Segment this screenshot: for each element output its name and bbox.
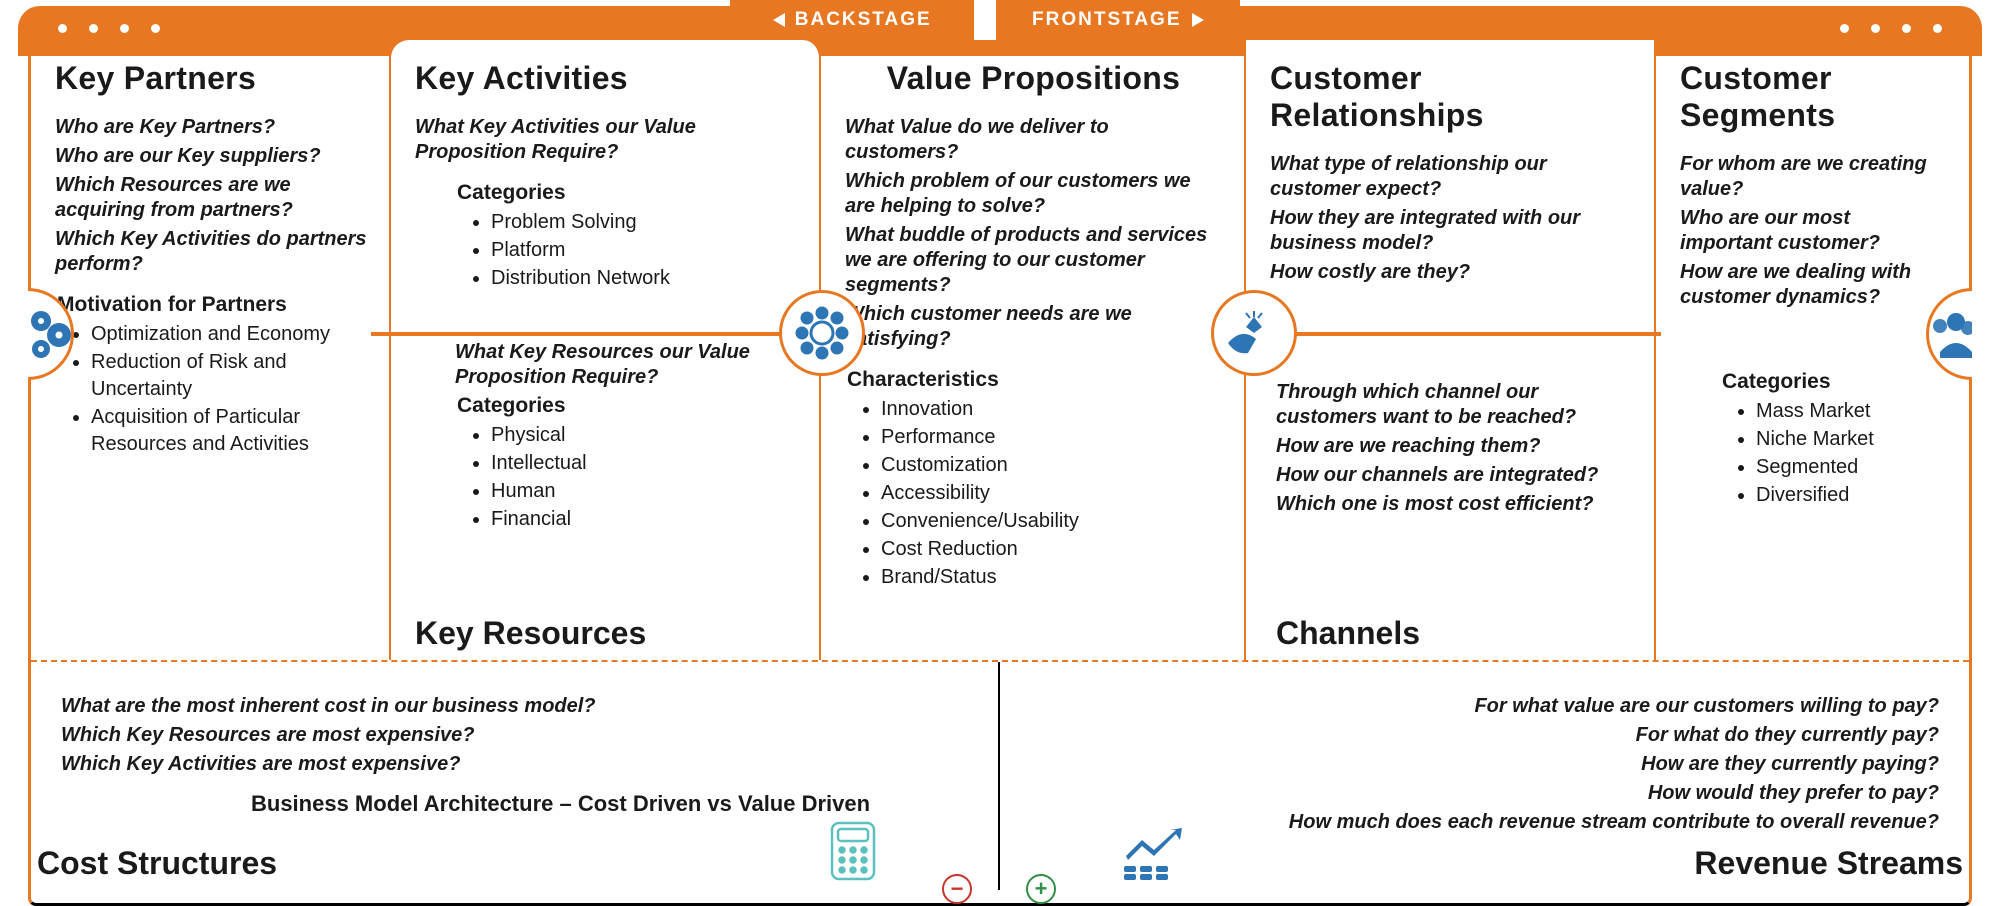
- characteristics-list: Innovation Performance Customization Acc…: [855, 396, 1222, 591]
- list-item: Cost Reduction: [881, 536, 1222, 563]
- list-item: Innovation: [881, 396, 1222, 423]
- plus-badge-icon: +: [1026, 874, 1056, 904]
- segments-categories-subtitle: Categories: [1722, 370, 1947, 394]
- q: What type of relationship our customer e…: [1270, 152, 1632, 202]
- frontstage-label: FRONTSTAGE: [1032, 9, 1181, 31]
- stage-tabs: BACKSTAGE FRONTSTAGE: [730, 0, 1240, 40]
- motivation-list: Optimization and Economy Reduction of Ri…: [65, 321, 367, 458]
- list-item: Segmented: [1756, 454, 1947, 481]
- list-item: Reduction of Risk and Uncertainty: [91, 349, 367, 403]
- q: What buddle of products and services we …: [845, 223, 1222, 298]
- revenue-streams-title: Revenue Streams: [1694, 845, 1963, 882]
- list-item: Platform: [491, 237, 797, 264]
- list-item: Problem Solving: [491, 209, 797, 236]
- customer-relationships-column: Customer Relationships What type of rela…: [1246, 40, 1656, 660]
- q: For what value are our customers willing…: [1030, 694, 1939, 719]
- list-item: Distribution Network: [491, 265, 797, 292]
- list-item: Diversified: [1756, 482, 1947, 509]
- canvas-grid: Key Partners Who are Key Partners? Who a…: [28, 40, 1972, 906]
- q: Which Key Activities do partners perform…: [55, 227, 367, 277]
- list-item: Intellectual: [491, 450, 797, 477]
- q: How are we reaching them?: [1276, 434, 1632, 459]
- business-model-canvas: BACKSTAGE FRONTSTAGE: [0, 0, 2000, 906]
- relationship-node-icon: [1211, 290, 1297, 376]
- key-partners-title: Key Partners: [55, 60, 367, 97]
- customer-relationships-title: Customer Relationships: [1270, 60, 1632, 134]
- q: What are the most inherent cost in our b…: [61, 694, 968, 719]
- q: How are we dealing with customer dynamic…: [1680, 260, 1947, 310]
- cost-structures-block: What are the most inherent cost in our b…: [31, 662, 1000, 890]
- q: Which Key Resources are most expensive?: [61, 723, 968, 748]
- list-item: Niche Market: [1756, 426, 1947, 453]
- q: Who are our Key suppliers?: [55, 144, 367, 169]
- q: Which Resources are we acquiring from pa…: [55, 173, 367, 223]
- q: Which customer needs are we satisfying?: [845, 302, 1222, 352]
- resources-categories: Physical Intellectual Human Financial: [465, 422, 797, 533]
- upper-row: Key Partners Who are Key Partners? Who a…: [31, 40, 1969, 662]
- customer-segments-title: Customer Segments: [1680, 60, 1947, 134]
- list-item: Mass Market: [1756, 398, 1947, 425]
- revenue-streams-block: For what value are our customers willing…: [1000, 662, 1969, 890]
- list-item: Human: [491, 478, 797, 505]
- key-partners-column: Key Partners Who are Key Partners? Who a…: [31, 40, 391, 660]
- customer-segments-column: Customer Segments For whom are we creati…: [1656, 40, 1969, 660]
- backstage-label: BACKSTAGE: [795, 9, 932, 31]
- motivation-subtitle: Motivation for Partners: [57, 293, 367, 317]
- calculator-icon: [828, 820, 878, 882]
- list-item: Convenience/Usability: [881, 508, 1222, 535]
- arrow-right-icon: [1192, 13, 1204, 27]
- q: How are they currently paying?: [1030, 752, 1939, 777]
- decor-dots-right: [1840, 24, 1942, 33]
- decor-dots-left: [58, 24, 160, 33]
- q: What Key Resources our Value Proposition…: [455, 340, 797, 390]
- list-item: Financial: [491, 506, 797, 533]
- q: Through which channel our customers want…: [1276, 380, 1632, 430]
- q: Who are our most important customer?: [1680, 206, 1947, 256]
- q: Which Key Activities are most expensive?: [61, 752, 968, 777]
- connector-line-left: [371, 332, 811, 336]
- q: For what do they currently pay?: [1030, 723, 1939, 748]
- list-item: Physical: [491, 422, 797, 449]
- value-node-icon: [779, 290, 865, 376]
- trend-chart-icon: [1120, 826, 1190, 882]
- characteristics-subtitle: Characteristics: [847, 368, 1222, 392]
- q: Which one is most cost efficient?: [1276, 492, 1632, 517]
- architecture-note: Business Model Architecture – Cost Drive…: [251, 791, 968, 817]
- arrow-left-icon: [773, 13, 785, 27]
- channels-title: Channels: [1276, 615, 1420, 652]
- channels-block: Through which channel our customers want…: [1276, 376, 1632, 521]
- q: What Key Activities our Value Propositio…: [415, 115, 797, 165]
- categories-subtitle: Categories: [457, 181, 797, 205]
- key-resources-title: Key Resources: [415, 615, 646, 652]
- q: How our channels are integrated?: [1276, 463, 1632, 488]
- segments-categories: Mass Market Niche Market Segmented Diver…: [1730, 398, 1947, 509]
- q: Which problem of our customers we are he…: [845, 169, 1222, 219]
- list-item: Brand/Status: [881, 564, 1222, 591]
- value-propositions-column: Value Propositions What Value do we deli…: [821, 40, 1246, 660]
- list-item: Accessibility: [881, 480, 1222, 507]
- minus-badge-icon: −: [942, 874, 972, 904]
- q: How costly are they?: [1270, 260, 1632, 285]
- q: How would they prefer to pay?: [1030, 781, 1939, 806]
- q: How they are integrated with our busines…: [1270, 206, 1632, 256]
- key-activities-column: Key Activities What Key Activities our V…: [391, 40, 821, 660]
- lower-row: What are the most inherent cost in our b…: [31, 662, 1969, 890]
- key-activities-title: Key Activities: [415, 60, 797, 97]
- q: Who are Key Partners?: [55, 115, 367, 140]
- q: For whom are we creating value?: [1680, 152, 1947, 202]
- frontstage-tab: FRONTSTAGE: [996, 0, 1240, 40]
- resources-categories-subtitle: Categories: [457, 394, 797, 418]
- list-item: Customization: [881, 452, 1222, 479]
- backstage-tab: BACKSTAGE: [730, 0, 974, 40]
- q: What Value do we deliver to customers?: [845, 115, 1222, 165]
- list-item: Optimization and Economy: [91, 321, 367, 348]
- activities-categories: Problem Solving Platform Distribution Ne…: [465, 209, 797, 292]
- list-item: Performance: [881, 424, 1222, 451]
- value-propositions-title: Value Propositions: [845, 60, 1222, 97]
- list-item: Acquisition of Particular Resources and …: [91, 404, 367, 458]
- cost-structures-title: Cost Structures: [37, 845, 277, 882]
